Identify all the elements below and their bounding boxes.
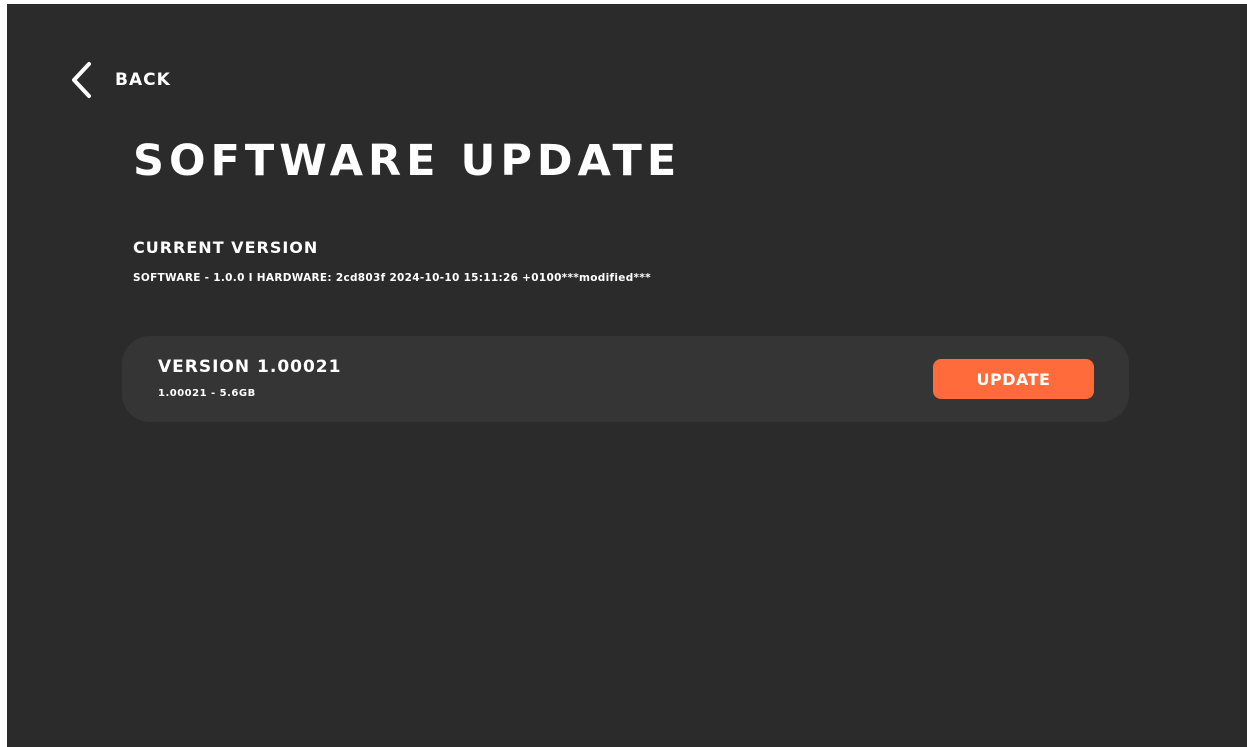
current-version-info: SOFTWARE - 1.0.0 I HARDWARE: 2cd803f 202… <box>133 272 651 284</box>
page-title: SOFTWARE UPDATE <box>133 136 682 186</box>
update-version-meta: 1.00021 - 5.6GB <box>158 388 256 399</box>
back-label: BACK <box>115 70 171 90</box>
chevron-left-icon <box>69 60 95 100</box>
current-version-heading: CURRENT VERSION <box>133 238 319 257</box>
update-button[interactable]: UPDATE <box>933 359 1094 399</box>
update-version-title: VERSION 1.00021 <box>158 357 342 377</box>
available-update-card: VERSION 1.00021 1.00021 - 5.6GB UPDATE <box>122 336 1129 422</box>
back-button[interactable]: BACK <box>69 60 171 100</box>
software-update-screen: BACK SOFTWARE UPDATE CURRENT VERSION SOF… <box>7 4 1247 747</box>
